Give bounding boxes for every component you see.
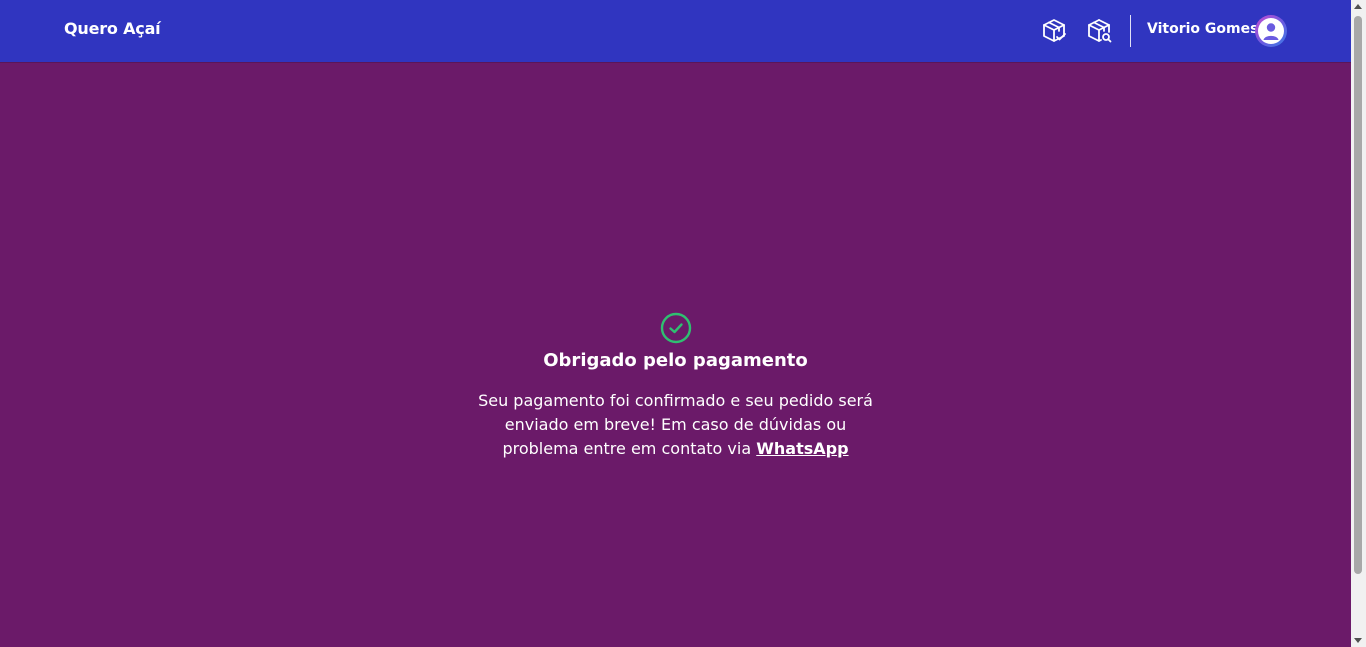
orders-box-search-icon[interactable] <box>1085 17 1113 45</box>
brand-logo[interactable]: Quero Açaí <box>64 19 161 38</box>
check-circle-icon <box>660 312 692 344</box>
whatsapp-link[interactable]: WhatsApp <box>756 439 848 458</box>
payment-confirmation: Obrigado pelo pagamento Seu pagamento fo… <box>0 312 1351 461</box>
confirmation-message: Seu pagamento foi confirmado e seu pedid… <box>476 389 876 461</box>
page: Quero Açaí Vitorio Gomes Obrigado pelo p… <box>0 0 1366 647</box>
top-navbar: Quero Açaí Vitorio Gomes <box>0 0 1351 62</box>
scroll-up-icon[interactable] <box>1354 4 1362 9</box>
header-divider <box>1130 15 1131 47</box>
confirmation-title: Obrigado pelo pagamento <box>543 350 808 371</box>
orders-box-check-icon[interactable] <box>1040 17 1068 45</box>
user-avatar-icon[interactable] <box>1255 15 1287 47</box>
scroll-thumb[interactable] <box>1354 16 1362 574</box>
vertical-scrollbar[interactable] <box>1351 0 1366 647</box>
scroll-down-icon[interactable] <box>1354 638 1362 643</box>
user-name[interactable]: Vitorio Gomes <box>1147 21 1258 37</box>
